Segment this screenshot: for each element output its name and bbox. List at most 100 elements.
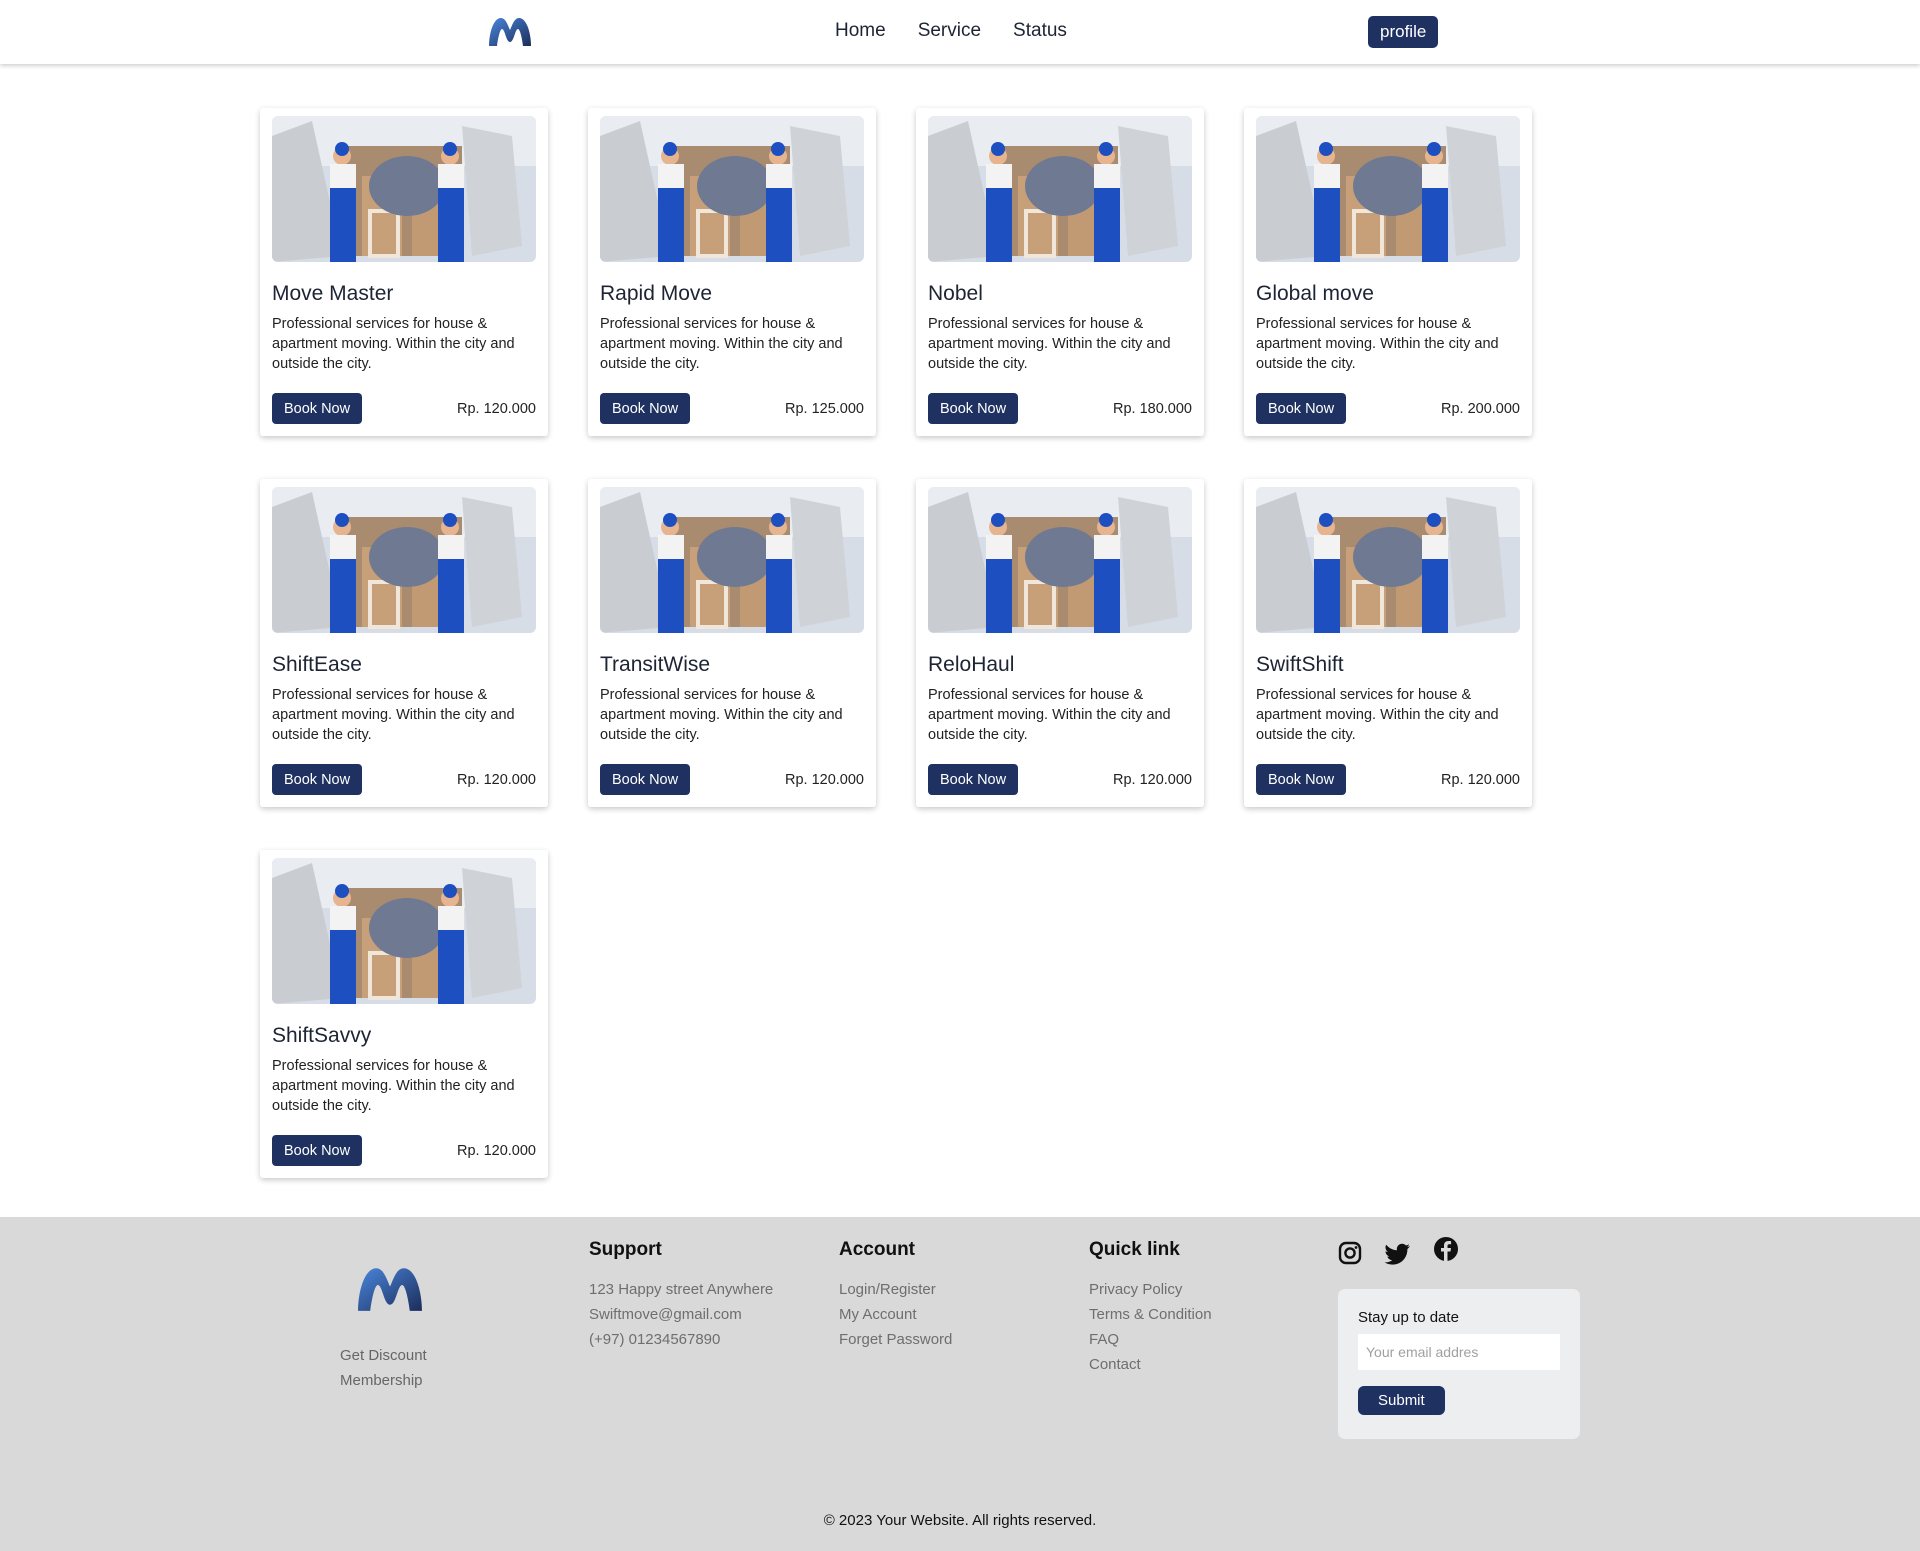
footer-logo-icon (358, 1268, 422, 1311)
card-title: Global move (1256, 282, 1374, 305)
footer-account-column: Account Login/Register My Account Forget… (839, 1239, 952, 1352)
moving-service-image (1256, 116, 1520, 262)
card-title: Move Master (272, 282, 394, 305)
book-now-button[interactable]: Book Now (272, 764, 363, 795)
book-now-button[interactable]: Book Now (600, 393, 691, 424)
support-heading: Support (589, 1239, 662, 1260)
membership-link[interactable]: Membership (340, 1368, 450, 1393)
card-price: Rp. 180.000 (1112, 400, 1192, 417)
card-price: Rp. 120.000 (1112, 771, 1192, 788)
service-card: TransitWise Professional services for ho… (588, 479, 876, 807)
card-footer: Book Now Rp. 120.000 (272, 1135, 536, 1166)
footer-quick-link-column: Quick link Privacy Policy Terms & Condit… (1089, 1239, 1212, 1377)
moving-service-image (600, 487, 864, 633)
book-now-button[interactable]: Book Now (272, 1135, 363, 1166)
card-footer: Book Now Rp. 120.000 (928, 764, 1192, 795)
service-card: ShiftSavvy Professional services for hou… (260, 850, 548, 1178)
card-description: Professional services for house & apartm… (1256, 687, 1499, 743)
card-footer: Book Now Rp. 200.000 (1256, 393, 1520, 424)
card-title: ShiftSavvy (272, 1024, 372, 1047)
card-description: Professional services for house & apartm… (928, 687, 1171, 743)
card-price: Rp. 200.000 (1440, 400, 1520, 417)
card-title: Rapid Move (600, 282, 713, 305)
moving-service-image (272, 487, 536, 633)
card-footer: Book Now Rp. 120.000 (600, 764, 864, 795)
my-account-link[interactable]: My Account (839, 1302, 952, 1327)
newsletter-box: Stay up to date Submit (1338, 1289, 1580, 1439)
top-navbar: Home Service Status profile (0, 0, 1920, 64)
nav-home[interactable]: Home (835, 20, 886, 42)
profile-button[interactable]: profile (1368, 16, 1439, 48)
card-price: Rp. 120.000 (456, 1142, 536, 1159)
book-now-button[interactable]: Book Now (928, 764, 1019, 795)
card-footer: Book Now Rp. 120.000 (272, 764, 536, 795)
moving-service-image (272, 858, 536, 1004)
book-now-button[interactable]: Book Now (928, 393, 1019, 424)
site-footer: Get Discount Membership Support 123 Happ… (0, 1217, 1920, 1551)
moving-service-image (1256, 487, 1520, 633)
book-now-button[interactable]: Book Now (272, 393, 363, 424)
service-card: ShiftEase Professional services for hous… (260, 479, 548, 807)
card-footer: Book Now Rp. 180.000 (928, 393, 1192, 424)
support-email[interactable]: Swiftmove@gmail.com (589, 1302, 773, 1327)
card-description: Professional services for house & apartm… (272, 687, 515, 743)
card-description: Professional services for house & apartm… (600, 316, 843, 372)
social-links (1336, 1237, 1460, 1265)
card-description: Professional services for house & apartm… (928, 316, 1171, 372)
faq-link[interactable]: FAQ (1089, 1327, 1212, 1352)
privacy-policy-link[interactable]: Privacy Policy (1089, 1277, 1212, 1302)
card-title: SwiftShift (1256, 653, 1344, 676)
moving-service-image (600, 116, 864, 262)
facebook-icon[interactable] (1432, 1237, 1460, 1265)
card-price: Rp. 120.000 (456, 400, 536, 417)
get-discount-link[interactable]: Get Discount (340, 1343, 450, 1368)
moving-service-image (928, 116, 1192, 262)
footer-support-column: Support 123 Happy street Anywhere Swiftm… (589, 1239, 773, 1352)
card-footer: Book Now Rp. 125.000 (600, 393, 864, 424)
copyright-text: © 2023 Your Website. All rights reserved… (823, 1512, 1097, 1529)
card-footer: Book Now Rp. 120.000 (1256, 764, 1520, 795)
newsletter-email-input[interactable] (1358, 1334, 1560, 1370)
moving-service-image (928, 487, 1192, 633)
book-now-button[interactable]: Book Now (1256, 764, 1347, 795)
instagram-icon[interactable] (1336, 1237, 1364, 1265)
service-card-grid: Move Master Professional services for ho… (260, 108, 1532, 1178)
terms-condition-link[interactable]: Terms & Condition (1089, 1302, 1212, 1327)
service-card: SwiftShift Professional services for hou… (1244, 479, 1532, 807)
nav-status[interactable]: Status (1013, 20, 1067, 42)
newsletter-submit-button[interactable]: Submit (1358, 1386, 1445, 1415)
card-title: Nobel (928, 282, 983, 305)
card-title: ShiftEase (272, 653, 362, 676)
service-card: Nobel Professional services for house & … (916, 108, 1204, 436)
book-now-button[interactable]: Book Now (1256, 393, 1347, 424)
service-card: Global move Professional services for ho… (1244, 108, 1532, 436)
support-phone[interactable]: (+97) 01234567890 (589, 1327, 773, 1352)
twitter-icon[interactable] (1384, 1237, 1412, 1265)
forget-password-link[interactable]: Forget Password (839, 1327, 952, 1352)
contact-link[interactable]: Contact (1089, 1352, 1212, 1377)
login-register-link[interactable]: Login/Register (839, 1277, 952, 1302)
service-card: ReloHaul Professional services for house… (916, 479, 1204, 807)
book-now-button[interactable]: Book Now (600, 764, 691, 795)
card-description: Professional services for house & apartm… (272, 316, 515, 372)
card-price: Rp. 125.000 (784, 400, 864, 417)
card-description: Professional services for house & apartm… (600, 687, 843, 743)
card-footer: Book Now Rp. 120.000 (272, 393, 536, 424)
footer-brand-links: Get Discount Membership (340, 1343, 450, 1393)
service-card: Move Master Professional services for ho… (260, 108, 548, 436)
card-description: Professional services for house & apartm… (1256, 316, 1499, 372)
nav-service[interactable]: Service (918, 20, 981, 42)
card-title: ReloHaul (928, 653, 1015, 676)
main-nav: Home Service Status (835, 20, 1067, 42)
card-description: Professional services for house & apartm… (272, 1058, 515, 1114)
moving-service-image (272, 116, 536, 262)
account-heading: Account (839, 1239, 915, 1260)
card-price: Rp. 120.000 (456, 771, 536, 788)
quick-link-heading: Quick link (1089, 1239, 1180, 1260)
card-price: Rp. 120.000 (1440, 771, 1520, 788)
card-title: TransitWise (600, 653, 711, 676)
brand-logo-icon[interactable] (487, 14, 533, 48)
card-price: Rp. 120.000 (784, 771, 864, 788)
newsletter-title: Stay up to date (1358, 1309, 1459, 1326)
support-address: 123 Happy street Anywhere (589, 1281, 774, 1298)
